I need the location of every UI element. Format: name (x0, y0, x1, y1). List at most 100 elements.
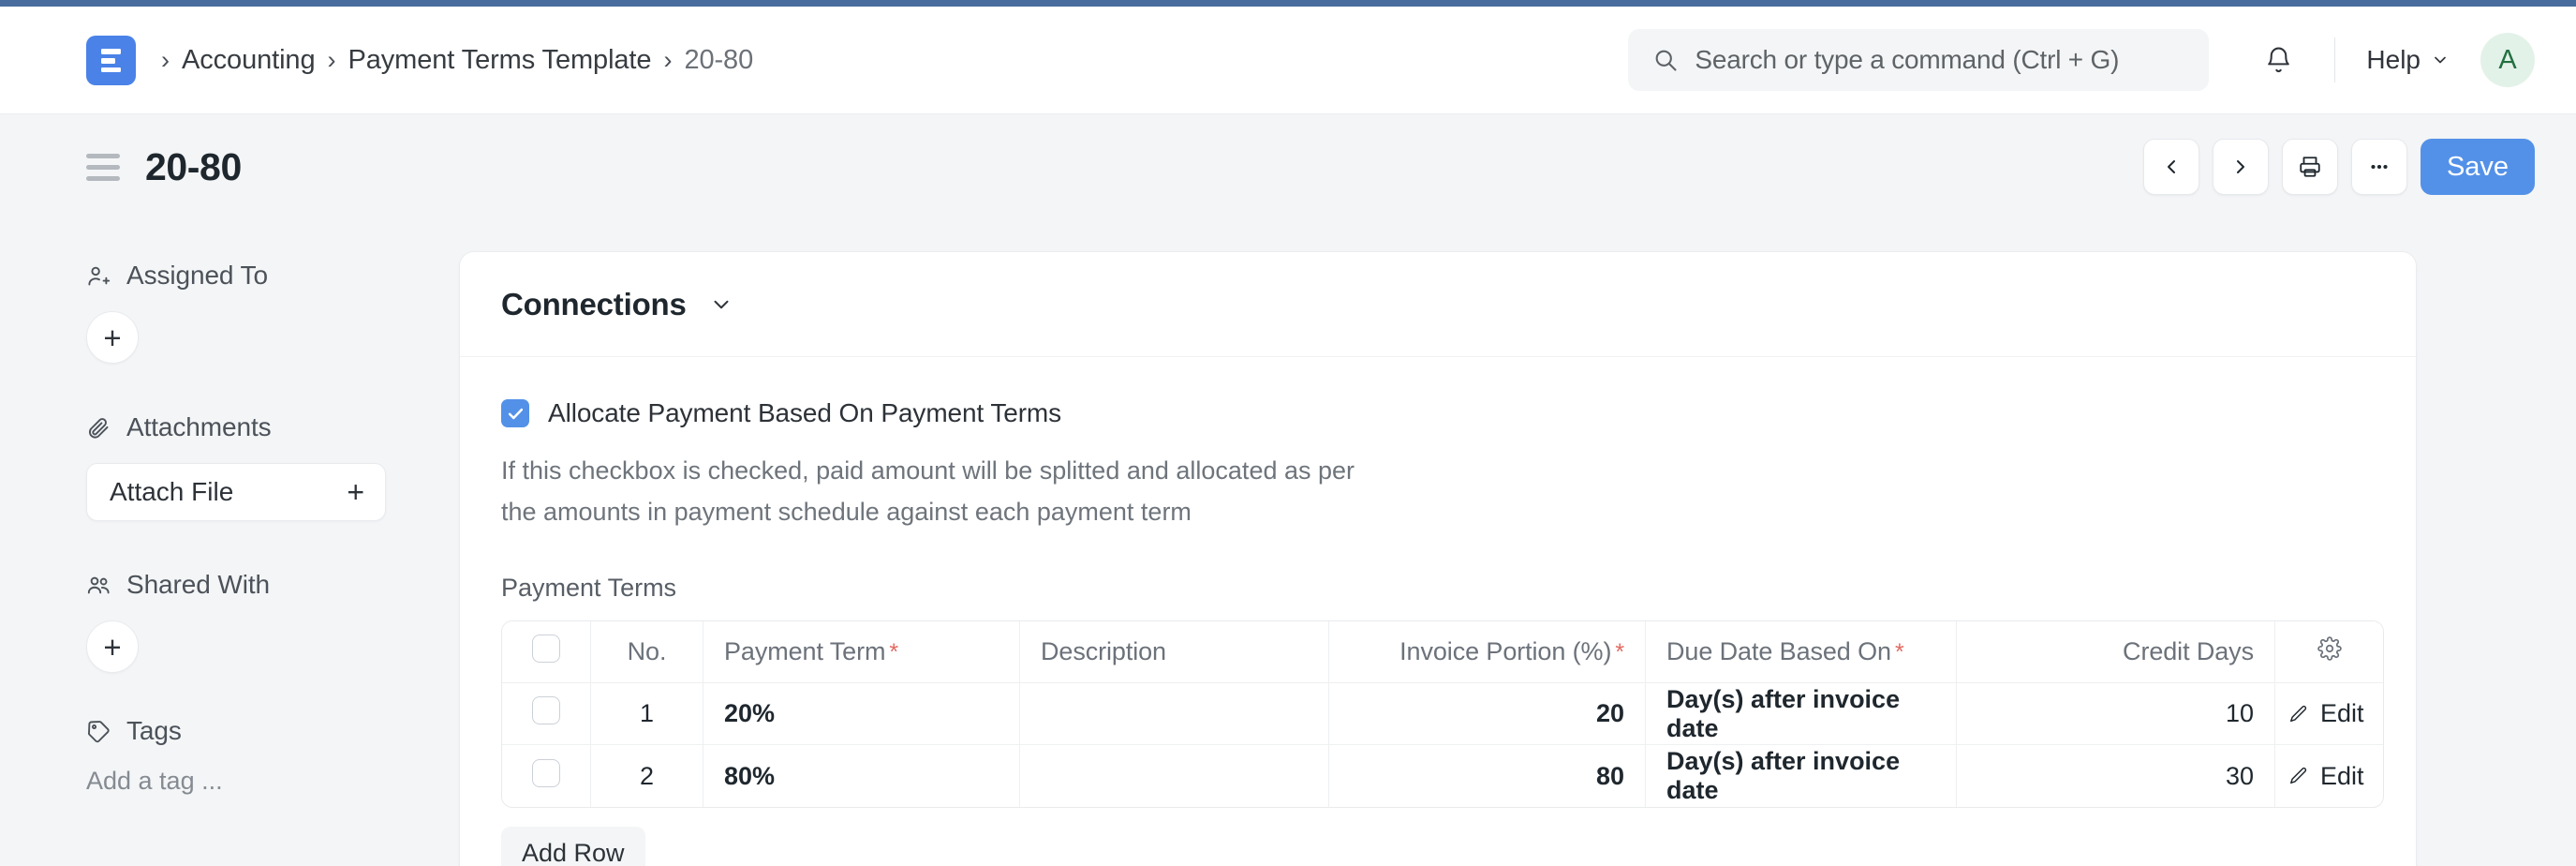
hamburger-menu-icon[interactable] (86, 154, 120, 181)
row-edit-button[interactable]: Edit (2275, 683, 2383, 745)
cell-no: 1 (591, 683, 703, 745)
search-input[interactable]: Search or type a command (Ctrl + G) (1628, 29, 2209, 91)
column-header-payment-term: Payment Term* (703, 621, 1020, 683)
breadcrumb-separator: › (161, 48, 170, 73)
row-edit-button[interactable]: Edit (2275, 745, 2383, 807)
form-body: Allocate Payment Based On Payment Terms … (460, 357, 2416, 866)
top-navbar: › Accounting › Payment Terms Template › … (0, 7, 2576, 114)
allocate-payment-help-text: If this checkbox is checked, paid amount… (501, 451, 1372, 532)
cell-invoice-portion[interactable]: 80 (1329, 745, 1646, 807)
sidebar-label-shared-with: Shared With (126, 570, 270, 600)
pencil-icon (2288, 704, 2309, 724)
sidebar-spacer (86, 364, 459, 412)
ellipsis-icon (2367, 155, 2391, 179)
table-row[interactable]: 2 80% 80 Day(s) after invoice date 30 (502, 745, 2383, 807)
printer-icon (2298, 155, 2322, 179)
cell-invoice-portion[interactable]: 20 (1329, 683, 1646, 745)
column-header-credit-days: Credit Days (1957, 621, 2275, 683)
column-header-description: Description (1020, 621, 1329, 683)
print-button[interactable] (2282, 139, 2338, 195)
chevron-down-icon[interactable] (709, 292, 733, 317)
sidebar-section-attachments: Attachments (86, 412, 459, 442)
body-wrapper: Assigned To + Attachments Attach File + (0, 219, 2576, 866)
row-select-cell[interactable] (502, 683, 591, 745)
app-page: › Accounting › Payment Terms Template › … (0, 0, 2576, 866)
pencil-icon (2288, 766, 2309, 786)
sidebar-label-attachments: Attachments (126, 412, 272, 442)
cell-due-date-based-on[interactable]: Day(s) after invoice date (1646, 683, 1957, 745)
table-row[interactable]: 1 20% 20 Day(s) after invoice date 10 (502, 683, 2383, 745)
sidebar-section-assigned-to: Assigned To (86, 261, 459, 291)
form-card: Connections Allocate Payment Based On Pa… (459, 251, 2417, 866)
chevron-left-icon (2160, 156, 2183, 178)
bell-icon[interactable] (2253, 35, 2303, 85)
help-label: Help (2366, 45, 2421, 75)
add-tag-input[interactable]: Add a tag ... (86, 767, 459, 796)
search-placeholder: Search or type a command (Ctrl + G) (1695, 45, 2119, 75)
connections-title: Connections (501, 287, 687, 322)
chevron-down-icon (2431, 51, 2450, 69)
cell-credit-days[interactable]: 30 (1957, 745, 2275, 807)
allocate-payment-label: Allocate Payment Based On Payment Terms (548, 398, 1061, 428)
column-header-due-date-based-on: Due Date Based On* (1646, 621, 1957, 683)
cell-credit-days[interactable]: 10 (1957, 683, 2275, 745)
column-label-due-date-based-on: Due Date Based On (1666, 637, 1891, 665)
more-options-button[interactable] (2351, 139, 2407, 195)
row-checkbox[interactable] (532, 759, 560, 787)
chevron-right-icon (2229, 156, 2252, 178)
page-title-bar: 20-80 (0, 114, 2576, 219)
allocate-payment-checkbox[interactable] (501, 399, 529, 427)
required-asterisk: * (1895, 639, 1904, 665)
cell-due-date-based-on[interactable]: Day(s) after invoice date (1646, 745, 1957, 807)
erpnext-e-logo-icon[interactable] (86, 36, 136, 85)
prev-button[interactable] (2143, 139, 2199, 195)
table-header-row: No. Payment Term* Description Invoice Po… (502, 621, 2383, 683)
select-all-header[interactable] (502, 621, 591, 683)
cell-description[interactable] (1020, 683, 1329, 745)
breadcrumb: › Accounting › Payment Terms Template › … (149, 45, 753, 76)
connections-header[interactable]: Connections (460, 252, 2416, 357)
row-edit-label: Edit (2320, 699, 2364, 728)
next-button[interactable] (2213, 139, 2269, 195)
main-content: Connections Allocate Payment Based On Pa… (459, 219, 2535, 866)
add-share-button[interactable]: + (86, 620, 139, 673)
cell-no: 2 (591, 745, 703, 807)
sidebar-section-tags: Tags (86, 716, 459, 746)
breadcrumb-item-accounting[interactable]: Accounting (182, 45, 316, 76)
attach-file-button[interactable]: Attach File + (86, 463, 386, 521)
row-checkbox[interactable] (532, 696, 560, 724)
select-all-checkbox[interactable] (532, 635, 560, 663)
attach-file-label: Attach File (110, 477, 233, 507)
save-button[interactable]: Save (2421, 139, 2535, 195)
cell-payment-term[interactable]: 20% (703, 683, 1020, 745)
title-actions: Save (2143, 139, 2535, 195)
breadcrumb-item-payment-terms-template[interactable]: Payment Terms Template (348, 45, 652, 76)
avatar[interactable]: A (2480, 33, 2535, 87)
plus-icon: + (347, 477, 364, 507)
required-asterisk: * (889, 639, 898, 665)
tag-icon (86, 719, 111, 744)
cell-description[interactable] (1020, 745, 1329, 807)
column-header-no: No. (591, 621, 703, 683)
page-title: 20-80 (145, 145, 242, 189)
breadcrumb-separator: › (663, 48, 672, 73)
column-header-invoice-portion: Invoice Portion (%)* (1329, 621, 1646, 683)
sidebar-label-assigned-to: Assigned To (126, 261, 268, 291)
column-label-invoice-portion: Invoice Portion (%) (1399, 637, 1611, 665)
help-menu[interactable]: Help (2366, 45, 2450, 75)
required-asterisk: * (1615, 639, 1624, 665)
plus-icon: + (103, 322, 121, 353)
add-assignment-button[interactable]: + (86, 311, 139, 364)
breadcrumb-separator: › (328, 48, 336, 73)
payment-terms-grid: No. Payment Term* Description Invoice Po… (501, 620, 2384, 808)
users-icon (86, 573, 111, 598)
cell-payment-term[interactable]: 80% (703, 745, 1020, 807)
navbar-divider (2334, 37, 2335, 82)
allocate-payment-checkbox-row[interactable]: Allocate Payment Based On Payment Terms (501, 398, 2375, 428)
row-edit-label: Edit (2320, 762, 2364, 791)
row-select-cell[interactable] (502, 745, 591, 807)
sidebar-label-tags: Tags (126, 716, 182, 746)
document-sidebar: Assigned To + Attachments Attach File + (0, 219, 459, 866)
grid-settings-button[interactable] (2275, 621, 2383, 683)
add-row-button[interactable]: Add Row (501, 827, 645, 866)
